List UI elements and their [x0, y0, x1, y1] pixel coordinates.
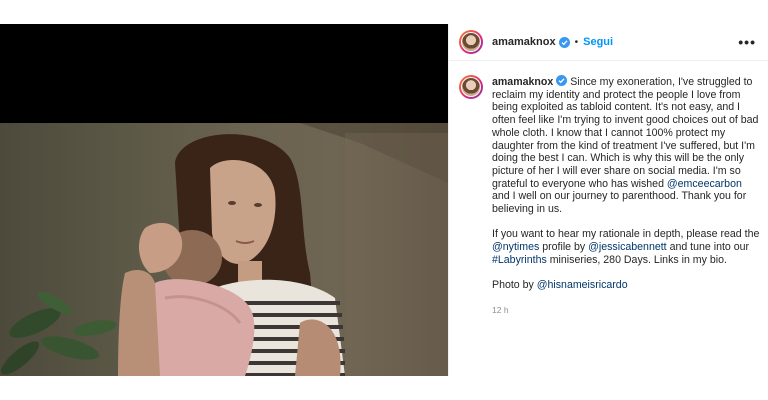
- photo-illustration: [0, 123, 448, 376]
- avatar[interactable]: [459, 30, 483, 54]
- mention-link[interactable]: @emceecarbon: [667, 178, 742, 190]
- caption-text: miniseries, 280 Days. Links in my bio.: [546, 253, 727, 266]
- post-photo[interactable]: [0, 24, 448, 376]
- mention-link[interactable]: @hisnameisricardo: [537, 279, 628, 291]
- caption-paragraph-1: amamaknox Since my exoneration, I've str…: [492, 75, 761, 216]
- caption-text: If you want to hear my rationale in dept…: [492, 228, 760, 241]
- mention-link[interactable]: @jessicabennett: [588, 241, 666, 253]
- header-username[interactable]: amamaknox: [492, 36, 556, 48]
- caption-text: and tune into our: [666, 240, 750, 253]
- photo-black-band: [0, 24, 448, 123]
- hashtag-link[interactable]: #Labyrinths: [492, 254, 547, 266]
- mention-link[interactable]: @nytimes: [492, 241, 539, 253]
- photo-scene: [0, 123, 448, 376]
- caption-paragraph-3: Photo by @hisnameisricardo: [492, 279, 761, 292]
- follow-button[interactable]: Segui: [583, 36, 613, 48]
- post-side-panel: amamaknox • Segui ••• amamaknox Since my…: [448, 24, 768, 376]
- post-timestamp[interactable]: 12 h: [492, 304, 761, 317]
- more-options-icon[interactable]: •••: [738, 35, 756, 49]
- caption-body: amamaknox Since my exoneration, I've str…: [492, 75, 761, 316]
- plant: [0, 291, 117, 375]
- caption-username[interactable]: amamaknox: [492, 76, 553, 88]
- verified-badge-icon: [556, 75, 568, 86]
- caption-text: profile by: [539, 240, 589, 253]
- caption-avatar[interactable]: [459, 75, 483, 99]
- caption-text: and I well on our journey to parenthood.…: [492, 190, 747, 216]
- verified-badge-icon: [558, 36, 570, 48]
- caption-text: Since my exoneration, I've struggled to …: [492, 76, 759, 190]
- caption-paragraph-2: If you want to hear my rationale in dept…: [492, 228, 761, 266]
- instagram-post: amamaknox • Segui ••• amamaknox Since my…: [0, 24, 768, 376]
- caption: amamaknox Since my exoneration, I've str…: [459, 75, 761, 316]
- separator-dot: •: [574, 36, 579, 48]
- caption-text: Photo by: [492, 278, 537, 291]
- post-header: amamaknox • Segui •••: [449, 24, 768, 61]
